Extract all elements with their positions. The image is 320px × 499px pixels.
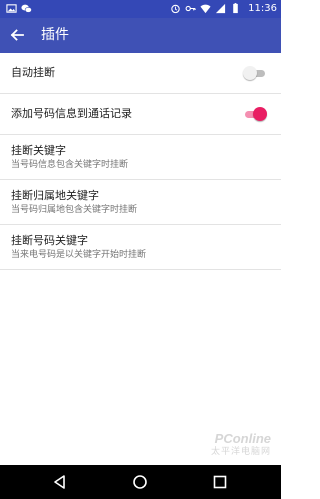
arrow-back-icon[interactable]: [8, 26, 26, 44]
nav-recent-icon[interactable]: [211, 473, 229, 491]
setting-hangup-location-keyword-label: 挂断归属地关键字: [11, 189, 99, 202]
setting-auto-hangup-label: 自动挂断: [11, 66, 55, 79]
setting-hangup-keyword-label: 挂断关键字: [11, 144, 66, 157]
alarm-icon: [171, 4, 180, 14]
setting-hangup-location-keyword-summary: 当号码归属地包含关键字时挂断: [11, 205, 138, 215]
status-bar: 11:36: [0, 0, 281, 18]
setting-add-to-call-log-label: 添加号码信息到通话记录: [11, 107, 132, 120]
status-left-icons: [6, 3, 32, 14]
wifi-icon: [200, 4, 211, 14]
image-icon: [6, 4, 17, 13]
watermark: PConline 太平洋电脑网: [211, 432, 271, 457]
switch-thumb: [253, 107, 267, 121]
signal-icon: [215, 3, 226, 14]
setting-hangup-keyword-summary: 当号码信息包含关键字时挂断: [11, 160, 129, 170]
app-bar: 插件: [0, 18, 281, 53]
watermark-brand: PConline: [214, 431, 271, 446]
watermark-sub: 太平洋电脑网: [210, 446, 271, 456]
status-right-icons: [170, 3, 241, 14]
add-to-call-log-switch[interactable]: [243, 107, 267, 121]
page-title: 插件: [41, 27, 69, 43]
setting-hangup-location-keyword[interactable]: 挂断归属地关键字 当号码归属地包含关键字时挂断: [0, 180, 281, 225]
battery-icon: [233, 3, 238, 14]
setting-hangup-number-keyword-label: 挂断号码关键字: [11, 234, 88, 247]
setting-auto-hangup[interactable]: 自动挂断: [0, 53, 281, 94]
setting-hangup-keyword[interactable]: 挂断关键字 当号码信息包含关键字时挂断: [0, 135, 281, 180]
auto-hangup-switch[interactable]: [243, 66, 267, 80]
wechat-icon: [21, 4, 32, 13]
setting-hangup-number-keyword-summary: 当来电号码是以关键字开始时挂断: [11, 250, 147, 260]
nav-home-icon[interactable]: [131, 473, 149, 491]
settings-list: 自动挂断 添加号码信息到通话记录 挂断关键字 当号码信息包含关键字时挂断 挂断归…: [0, 53, 281, 270]
switch-thumb: [243, 66, 257, 80]
nav-bar: [0, 465, 281, 499]
key-icon: [185, 5, 196, 12]
setting-add-to-call-log[interactable]: 添加号码信息到通话记录: [0, 94, 281, 135]
status-clock: 11:36: [248, 3, 277, 14]
setting-hangup-number-keyword[interactable]: 挂断号码关键字 当来电号码是以关键字开始时挂断: [0, 225, 281, 270]
nav-back-icon[interactable]: [51, 473, 69, 491]
